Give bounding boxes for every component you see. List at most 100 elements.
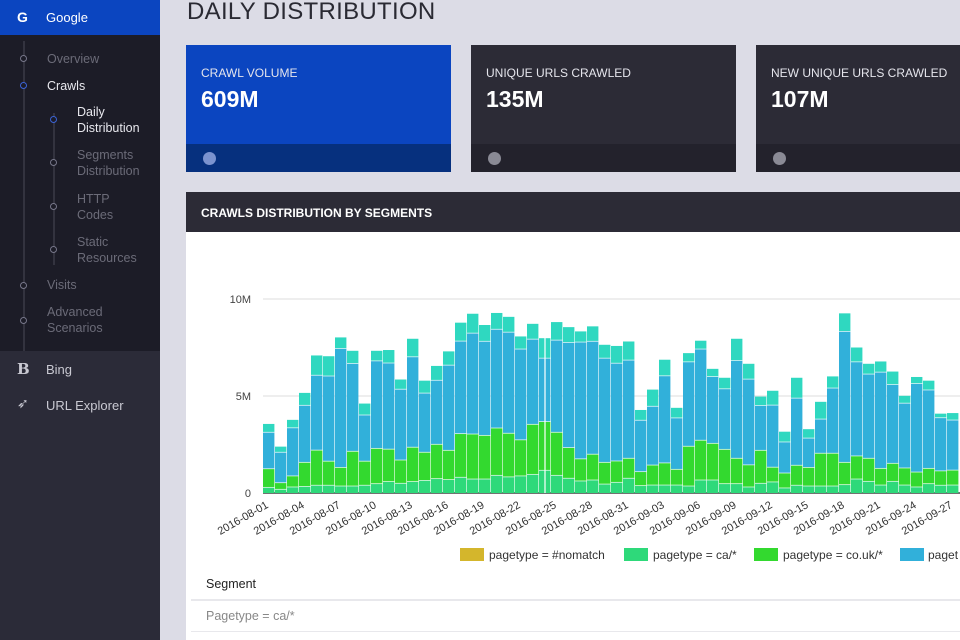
- table-row[interactable]: Pagetype = ca/*: [206, 609, 295, 623]
- bar-segment[interactable]: [491, 428, 503, 476]
- bar-segment[interactable]: [671, 485, 683, 493]
- bar-segment[interactable]: [587, 326, 599, 342]
- bar-segment[interactable]: [527, 424, 539, 475]
- bar-segment[interactable]: [755, 450, 767, 484]
- bar-segment[interactable]: [611, 482, 623, 493]
- bar-segment[interactable]: [863, 374, 875, 459]
- bar-segment[interactable]: [587, 480, 599, 493]
- bar-segment[interactable]: [611, 460, 623, 483]
- bar-segment[interactable]: [503, 476, 515, 493]
- bar-segment[interactable]: [935, 413, 947, 418]
- bar-segment[interactable]: [359, 485, 371, 493]
- bar-segment[interactable]: [599, 484, 611, 493]
- bar-segment[interactable]: [803, 467, 815, 487]
- bar-segment[interactable]: [731, 458, 743, 484]
- bar-segment[interactable]: [827, 453, 839, 487]
- bar-segment[interactable]: [755, 396, 767, 406]
- bar-segment[interactable]: [563, 447, 575, 479]
- bar-segment[interactable]: [695, 340, 707, 350]
- bar-segment[interactable]: [407, 356, 419, 448]
- bar-segment[interactable]: [323, 485, 335, 493]
- bar-segment[interactable]: [275, 446, 287, 453]
- bar-segment[interactable]: [275, 452, 287, 483]
- bar-segment[interactable]: [767, 405, 779, 468]
- bar-segment[interactable]: [515, 349, 527, 440]
- bar-segment[interactable]: [935, 470, 947, 486]
- sidebar-url-explorer[interactable]: ➶ URL Explorer: [0, 387, 160, 423]
- bar-segment[interactable]: [419, 393, 431, 453]
- bar-segment[interactable]: [431, 380, 443, 445]
- bar-segment[interactable]: [719, 388, 731, 450]
- bar-segment[interactable]: [551, 432, 563, 476]
- bar-segment[interactable]: [287, 475, 299, 487]
- sidebar-item-visits[interactable]: Visits: [47, 277, 77, 293]
- info-icon[interactable]: [203, 152, 216, 165]
- bar-segment[interactable]: [599, 462, 611, 485]
- card-new-unique-urls[interactable]: NEW UNIQUE URLS CRAWLED 107M: [756, 45, 960, 172]
- bar-segment[interactable]: [431, 444, 443, 479]
- sidebar-bing[interactable]: B Bing: [0, 351, 160, 387]
- bar-segment[interactable]: [659, 359, 671, 376]
- bar-segment[interactable]: [491, 312, 503, 330]
- bar-segment[interactable]: [443, 479, 455, 493]
- bar-segment[interactable]: [479, 479, 491, 493]
- bar-segment[interactable]: [395, 379, 407, 390]
- bar-segment[interactable]: [899, 485, 911, 493]
- bar-segment[interactable]: [335, 467, 347, 487]
- bar-segment[interactable]: [575, 458, 587, 481]
- bar-segment[interactable]: [635, 409, 647, 421]
- bar-segment[interactable]: [791, 377, 803, 399]
- bar-segment[interactable]: [299, 405, 311, 463]
- bar-segment[interactable]: [407, 447, 419, 482]
- bar-segment[interactable]: [263, 468, 275, 488]
- bar-segment[interactable]: [707, 443, 719, 481]
- bar-segment[interactable]: [755, 405, 767, 451]
- sidebar-item-crawls[interactable]: Crawls: [47, 78, 85, 94]
- bar-segment[interactable]: [719, 483, 731, 493]
- bar-segment[interactable]: [683, 446, 695, 487]
- bar-segment[interactable]: [635, 420, 647, 472]
- bar-segment[interactable]: [863, 458, 875, 482]
- bar-segment[interactable]: [323, 356, 335, 377]
- bar-segment[interactable]: [887, 384, 899, 464]
- bar-segment[interactable]: [707, 376, 719, 444]
- bar-segment[interactable]: [359, 415, 371, 462]
- bar-segment[interactable]: [491, 329, 503, 429]
- bar-segment[interactable]: [803, 429, 815, 439]
- bar-segment[interactable]: [659, 375, 671, 463]
- bar-segment[interactable]: [311, 355, 323, 376]
- bar-segment[interactable]: [887, 463, 899, 482]
- bar-segment[interactable]: [551, 475, 563, 493]
- bar-segment[interactable]: [347, 350, 359, 364]
- bar-segment[interactable]: [551, 322, 563, 341]
- bar-segment[interactable]: [395, 389, 407, 461]
- bar-segment[interactable]: [839, 331, 851, 463]
- bar-segment[interactable]: [311, 375, 323, 451]
- bar-segment[interactable]: [407, 481, 419, 493]
- bar-segment[interactable]: [695, 440, 707, 481]
- bar-segment[interactable]: [335, 337, 347, 349]
- bar-segment[interactable]: [611, 345, 623, 364]
- bar-segment[interactable]: [563, 327, 575, 343]
- bar-segment[interactable]: [347, 486, 359, 493]
- bar-segment[interactable]: [275, 482, 287, 490]
- bar-segment[interactable]: [299, 392, 311, 406]
- bar-segment[interactable]: [791, 485, 803, 493]
- bar-segment[interactable]: [839, 313, 851, 332]
- bar-segment[interactable]: [347, 363, 359, 452]
- bar-segment[interactable]: [851, 361, 863, 456]
- bar-segment[interactable]: [791, 465, 803, 486]
- bar-segment[interactable]: [503, 316, 515, 333]
- bar-segment[interactable]: [311, 485, 323, 493]
- bar-segment[interactable]: [923, 468, 935, 484]
- bar-segment[interactable]: [887, 371, 899, 385]
- bar-segment[interactable]: [383, 350, 395, 364]
- info-icon[interactable]: [488, 152, 501, 165]
- bar-segment[interactable]: [599, 344, 611, 359]
- bar-segment[interactable]: [935, 485, 947, 493]
- bar-segment[interactable]: [479, 341, 491, 436]
- bar-segment[interactable]: [491, 475, 503, 493]
- bar-segment[interactable]: [635, 471, 647, 486]
- bar-segment[interactable]: [899, 395, 911, 404]
- bar-segment[interactable]: [683, 361, 695, 447]
